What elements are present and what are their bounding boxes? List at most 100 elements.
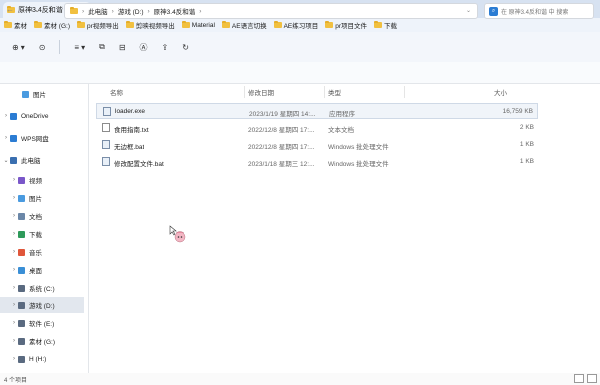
sidebar-item[interactable]: › 文档 [0,208,84,224]
drive-icon [18,284,25,292]
file-row[interactable]: loader.exe 2023/1/19 星期四 14:... 应用程序 16,759… [96,103,538,119]
file-size: 1 KB [519,158,534,165]
expand-chevron-icon[interactable]: › [10,177,18,183]
expand-chevron-icon[interactable]: › [10,267,18,273]
expand-chevron-icon[interactable]: › [10,231,18,237]
breadcrumb-folder[interactable]: 原神3.4反和谐 [154,6,196,16]
column-divider[interactable] [244,86,245,98]
command-toolbar: ⊕ ▾ ⊙ ≡ ▾ ⧉ ⊟ Ⓐ ⇪ ↻ [0,32,600,62]
sidebar-item-label: WPS网盘 [21,136,49,143]
back-icon[interactable]: ← [6,5,14,14]
file-row[interactable]: 食用指南.txt 2022/12/8 星期四 17:... 文本文档 2 KB [96,120,538,136]
up-icon[interactable]: ↑ [48,5,52,14]
sidebar-item[interactable]: › 系统 (C:) [0,280,84,296]
sidebar-item[interactable]: › WPS网盘 [0,130,84,146]
address-bar[interactable]: › 此电脑 › 游戏 (D:) › 原神3.4反和谐 › [64,3,478,19]
sidebar-item[interactable]: › 游戏 (D:) [0,297,84,313]
bookmark-item[interactable]: 素材 [4,20,27,30]
address-dropdown-icon[interactable]: ⌄ [466,7,471,14]
file-row[interactable]: 修改配置文件.bat 2023/1/18 星期三 12:... Windows 批处… [96,154,538,170]
expand-chevron-icon[interactable]: › [10,249,18,255]
bookmark-item[interactable]: 素材 (G:) [34,20,70,30]
expand-chevron-icon[interactable]: › [10,302,18,308]
file-name: 无边框.bat [114,144,145,151]
sidebar-item[interactable]: › 图片 [0,190,84,206]
sidebar-item[interactable]: › 下载 [0,226,84,242]
forward-icon[interactable]: → [20,5,28,14]
expand-chevron-icon[interactable]: ⌄ [2,157,10,164]
recent-icon[interactable]: ⌄ [34,5,41,14]
file-name: 食用指南.txt [114,127,149,134]
cloud-icon [10,134,17,142]
bookmark-label: AE语言切换 [231,23,267,30]
sidebar-item[interactable]: › 音乐 [0,244,84,260]
history-icon: ⊙ [38,42,46,52]
expand-chevron-icon[interactable]: › [2,113,10,119]
file-modified: 2023/1/18 星期三 12:... [248,161,315,168]
sidebar-item[interactable]: ⌄ 此电脑 [0,152,84,168]
details-view-icon[interactable] [574,374,584,383]
file-size: 1 KB [519,141,534,148]
column-type-header[interactable]: 类型 [328,86,341,98]
sidebar-item[interactable]: › 视频 [0,172,84,188]
column-divider[interactable] [324,86,325,98]
sidebar-item[interactable]: › H (H:) [0,351,84,367]
expand-chevron-icon[interactable]: › [10,285,18,291]
expand-chevron-icon[interactable]: › [10,320,18,326]
new-button[interactable]: ⊕ ▾ [12,43,25,52]
sidebar-item-label: 图片 [33,92,46,99]
sidebar-item[interactable]: › OneDrive [0,108,84,124]
downloads-icon [18,230,25,238]
toolbar-divider [59,40,61,54]
videos-icon [18,176,25,184]
folder-icon [70,6,78,14]
column-name-header[interactable]: 名称 [110,86,123,98]
file-type: Windows 批处理文件 [328,144,389,151]
bookmark-item[interactable]: AE语言切换 [221,20,267,30]
breadcrumb-drive[interactable]: 游戏 (D:) [118,6,144,16]
bookmark-item[interactable]: pr项目文件 [325,20,367,30]
bookmark-item[interactable]: AE练习项目 [273,20,318,30]
tiles-view-icon[interactable] [587,374,597,383]
sidebar-item[interactable]: › 桌面 [0,262,84,278]
sidebar-item-label: 图片 [29,196,42,203]
file-row[interactable]: 无边框.bat 2022/12/8 星期四 17:... Windows 批处理文件… [96,137,538,153]
bookmark-label: pr项目文件 [335,23,368,30]
sidebar-item[interactable]: › 软件 (E:) [0,315,84,331]
refresh-button[interactable]: ↻ [182,43,189,52]
sidebar-item-label: OneDrive [21,112,49,120]
column-size-header[interactable]: 大小 [494,86,507,98]
expand-chevron-icon[interactable]: › [10,338,18,344]
expand-chevron-icon[interactable]: › [2,135,10,141]
breadcrumb-pc[interactable]: 此电脑 [88,6,108,16]
file-name: 修改配置文件.bat [114,161,164,168]
search-input[interactable]: ⌕ 在 原神3.4反和谐 中 搜索 [484,3,594,19]
sidebar-item[interactable]: 图片 [0,86,84,102]
file-size: 2 KB [519,124,534,131]
share-button[interactable]: ⇪ [162,43,169,52]
bookmark-item[interactable]: 下载 [374,20,397,30]
expand-chevron-icon[interactable]: › [10,195,18,201]
bookmark-item[interactable]: 剪映视频导出 [125,20,175,30]
desktop-icon [18,266,25,274]
view-button[interactable]: ≡ ▾ [74,43,85,52]
column-modified-header[interactable]: 修改日期 [248,86,274,98]
pane-divider[interactable] [88,84,89,373]
history-button[interactable]: ⊙ [39,43,46,52]
drive-icon [18,337,25,345]
expand-chevron-icon[interactable]: › [10,356,18,362]
bookmark-item[interactable]: Material [181,20,215,29]
folder-icon [374,20,383,28]
bookmark-item[interactable]: pr视频导出 [77,20,119,30]
paste-button[interactable]: ⊟ [119,43,126,52]
paste-icon: ⊟ [118,42,126,52]
sidebar-item[interactable]: › 素材 (G:) [0,333,84,349]
rename-button[interactable]: Ⓐ [140,42,148,53]
column-divider[interactable] [404,86,405,98]
bookmark-label: 剪映视频导出 [135,23,175,30]
file-type: Windows 批处理文件 [328,161,389,168]
copy-button[interactable]: ⧉ [99,42,105,52]
expand-chevron-icon[interactable]: › [10,213,18,219]
txt-icon [102,123,110,132]
sidebar-item-label: 视频 [29,178,42,185]
